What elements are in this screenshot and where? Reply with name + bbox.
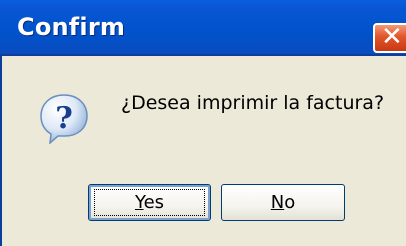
question-icon: ? — [40, 94, 88, 144]
svg-text:?: ? — [55, 101, 73, 136]
close-icon: ✕ — [381, 22, 403, 52]
window-title: Confirm — [17, 13, 126, 41]
title-bar[interactable]: Confirm ✕ — [0, 0, 406, 56]
no-label-rest: o — [284, 192, 296, 213]
close-button[interactable]: ✕ — [373, 22, 406, 53]
dialog-message: ¿Desea imprimir la factura? — [121, 92, 385, 114]
focus-ring — [94, 189, 205, 216]
no-mnemonic: N — [270, 192, 285, 213]
confirm-dialog: Confirm ✕ ? ¿Desea imprimir la factura? … — [0, 0, 406, 246]
no-button[interactable]: No — [221, 184, 345, 221]
yes-button[interactable]: Yes — [88, 184, 211, 221]
window-border — [0, 56, 10, 246]
